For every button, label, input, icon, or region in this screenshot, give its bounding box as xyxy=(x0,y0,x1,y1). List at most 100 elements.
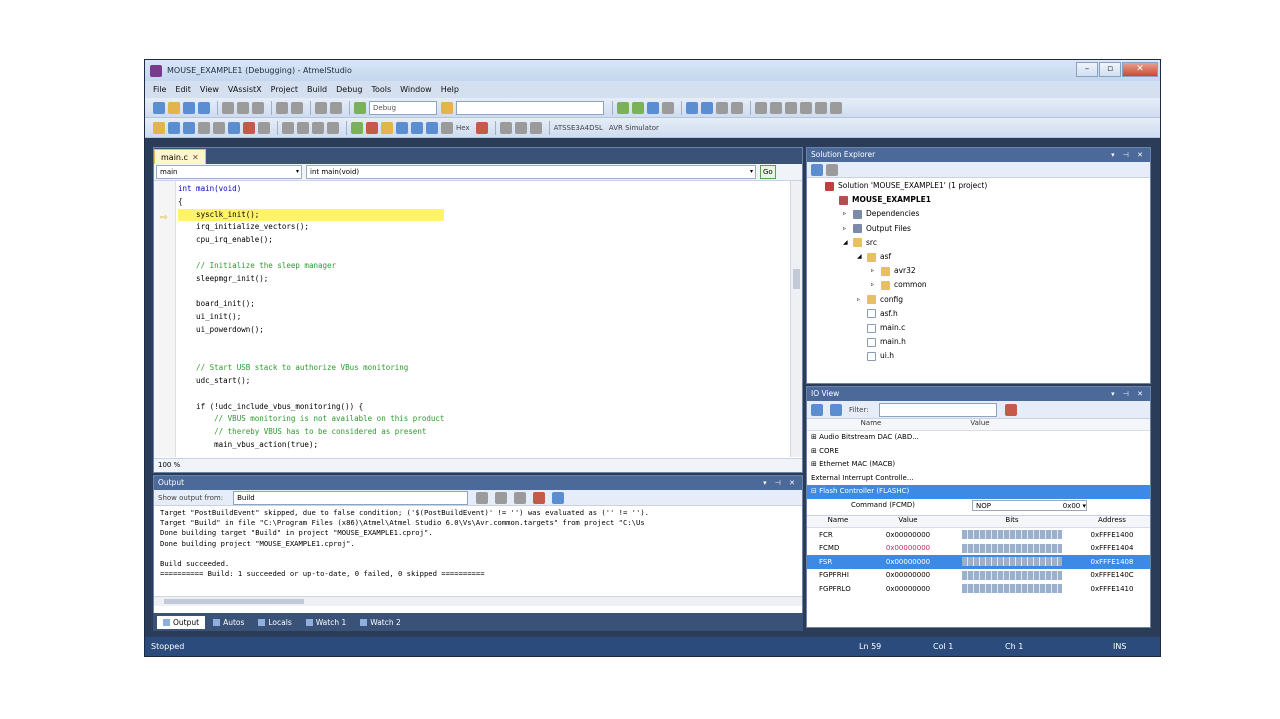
extensions-icon[interactable] xyxy=(662,101,674,114)
menu-tools[interactable]: Tools xyxy=(371,85,391,94)
output-text[interactable]: Target "PostBuildEvent" skipped, due to … xyxy=(154,506,802,596)
uncomment-icon[interactable] xyxy=(731,101,743,114)
find-in-files-icon[interactable] xyxy=(441,101,453,114)
go-button[interactable]: Go xyxy=(760,165,776,179)
memory-window-icon[interactable] xyxy=(168,121,180,134)
find-message-icon[interactable] xyxy=(476,491,489,504)
scope-combo[interactable]: main ▾ xyxy=(156,165,302,179)
clear-bookmarks-icon[interactable] xyxy=(800,101,812,114)
clear-all-icon[interactable] xyxy=(533,491,546,504)
tree-item[interactable]: ◢ src xyxy=(807,236,1150,250)
close-tab-icon[interactable]: ✕ xyxy=(192,153,199,162)
tree-item[interactable]: ◢ asf xyxy=(807,250,1150,264)
properties-icon[interactable] xyxy=(811,163,823,176)
expand-arrow-icon[interactable]: ▹ xyxy=(871,264,881,278)
code-area[interactable]: ⇨ int main(void){ sysclk_init(); irq_ini… xyxy=(154,181,802,457)
tree-item[interactable]: ▹ common xyxy=(807,278,1150,292)
expand-arrow-icon[interactable]: ◢ xyxy=(857,250,867,264)
code-lines[interactable]: int main(void){ sysclk_init(); irq_initi… xyxy=(178,183,445,452)
register-bits[interactable] xyxy=(962,543,1062,553)
hex-toggle[interactable]: Hex xyxy=(456,124,470,132)
tool-selector[interactable]: AVR Simulator xyxy=(609,124,659,132)
tree-item[interactable]: ▹ avr32 xyxy=(807,264,1150,278)
code-line[interactable]: // Initialize the sleep manager xyxy=(178,260,444,273)
peripheral-item[interactable]: External Interrupt Controlle... xyxy=(807,472,1150,486)
undo-icon[interactable] xyxy=(276,101,288,114)
tab-main-c[interactable]: main.c ✕ xyxy=(154,149,206,164)
panel-pin-close-icon[interactable]: ▾ ⊣ ✕ xyxy=(1111,387,1146,401)
paste-icon[interactable] xyxy=(252,101,264,114)
code-line[interactable]: sleepmgr_init(); xyxy=(178,273,444,286)
tab-autos[interactable]: Autos xyxy=(207,616,250,629)
code-line[interactable]: int main(void) xyxy=(178,183,444,196)
panel-pin-close-icon[interactable]: ▾ ⊣ ✕ xyxy=(1111,148,1146,162)
code-line[interactable] xyxy=(178,285,444,298)
code-line[interactable]: board_init(); xyxy=(178,298,444,311)
bookmark-icon[interactable] xyxy=(755,101,767,114)
window-float-icon[interactable] xyxy=(529,121,542,134)
code-line[interactable]: if (!udc_include_vbus_monitoring()) { xyxy=(178,401,444,414)
register-bits[interactable] xyxy=(962,557,1062,567)
new-project-icon[interactable] xyxy=(153,101,165,114)
zoom-level[interactable]: 100 % xyxy=(154,458,802,472)
memory-view-icon[interactable] xyxy=(475,121,488,134)
code-line[interactable]: sysclk_init(); xyxy=(178,208,445,222)
register-row[interactable]: FCR 0x00000000 0xFFFE1400 xyxy=(807,528,1150,542)
expand-arrow-icon[interactable]: ▹ xyxy=(843,207,853,221)
expand-arrow-icon[interactable]: ▹ xyxy=(857,293,867,307)
solution-explorer-icon[interactable] xyxy=(617,101,629,114)
register-bits[interactable] xyxy=(962,570,1062,580)
processor-view-icon[interactable] xyxy=(213,121,225,134)
expand-arrow-icon[interactable]: ▹ xyxy=(871,278,881,292)
navigate-back-icon[interactable] xyxy=(315,101,327,114)
register-row[interactable]: FGPFRHI 0x00000000 0xFFFE140C xyxy=(807,569,1150,583)
save-all-icon[interactable] xyxy=(198,101,210,114)
zoom-icon[interactable] xyxy=(830,101,842,114)
clear-filter-icon[interactable] xyxy=(1004,403,1017,416)
properties-icon[interactable] xyxy=(632,101,644,114)
menu-vassistx[interactable]: VAssistX xyxy=(228,85,262,94)
close-button[interactable]: ✕ xyxy=(1122,62,1158,77)
align-left-icon[interactable] xyxy=(282,121,294,134)
show-next-statement-icon[interactable] xyxy=(381,121,393,134)
redo-icon[interactable] xyxy=(291,101,303,114)
filter-combo[interactable] xyxy=(878,402,997,417)
sort-icon[interactable] xyxy=(830,403,842,416)
tree-item[interactable]: main.c xyxy=(807,321,1150,335)
show-output-combo[interactable]: Build xyxy=(233,490,469,505)
window-layout-icon[interactable] xyxy=(815,101,827,114)
align-right-icon[interactable] xyxy=(312,121,324,134)
window-tile-icon[interactable] xyxy=(499,121,512,134)
expand-arrow-icon[interactable]: ▹ xyxy=(843,222,853,236)
view-mode-icon[interactable] xyxy=(811,403,823,416)
find-combo[interactable] xyxy=(456,100,604,115)
register-row[interactable]: FCMD 0x00000000 0xFFFE1404 xyxy=(807,542,1150,556)
tree-item[interactable]: ▹ Output Files xyxy=(807,222,1150,236)
window-split-icon[interactable] xyxy=(514,121,527,134)
copy-icon[interactable] xyxy=(237,101,249,114)
code-line[interactable]: irq_initialize_vectors(); xyxy=(178,221,444,234)
comment-icon[interactable] xyxy=(716,101,728,114)
toolbox-icon[interactable] xyxy=(647,101,659,114)
register-bits[interactable] xyxy=(962,530,1062,540)
step-over-icon[interactable] xyxy=(411,121,423,134)
next-bookmark-icon[interactable] xyxy=(785,101,797,114)
step-into-icon[interactable] xyxy=(396,121,408,134)
command-row[interactable]: Command (FCMD) NOP 0x00 ▾ xyxy=(807,499,1150,513)
menu-project[interactable]: Project xyxy=(271,85,298,94)
code-line[interactable] xyxy=(178,247,444,260)
tab-watch-2[interactable]: Watch 2 xyxy=(354,616,407,629)
tab-watch-1[interactable]: Watch 1 xyxy=(300,616,353,629)
code-line[interactable]: cpu_irq_enable(); xyxy=(178,234,444,247)
start-debugging-icon[interactable] xyxy=(354,101,366,114)
tree-item[interactable]: ui.h xyxy=(807,349,1150,363)
output-horizontal-scrollbar[interactable] xyxy=(154,596,802,606)
tree-item[interactable]: ▹ Dependencies xyxy=(807,207,1150,221)
menu-help[interactable]: Help xyxy=(441,85,459,94)
menu-window[interactable]: Window xyxy=(400,85,432,94)
code-line[interactable]: ui_init(); xyxy=(178,311,444,324)
peripheral-item[interactable]: ⊞ Audio Bitstream DAC (ABD... xyxy=(807,431,1150,445)
menu-debug[interactable]: Debug xyxy=(336,85,362,94)
maximize-button[interactable]: ▫ xyxy=(1099,62,1121,77)
outdent-icon[interactable] xyxy=(701,101,713,114)
